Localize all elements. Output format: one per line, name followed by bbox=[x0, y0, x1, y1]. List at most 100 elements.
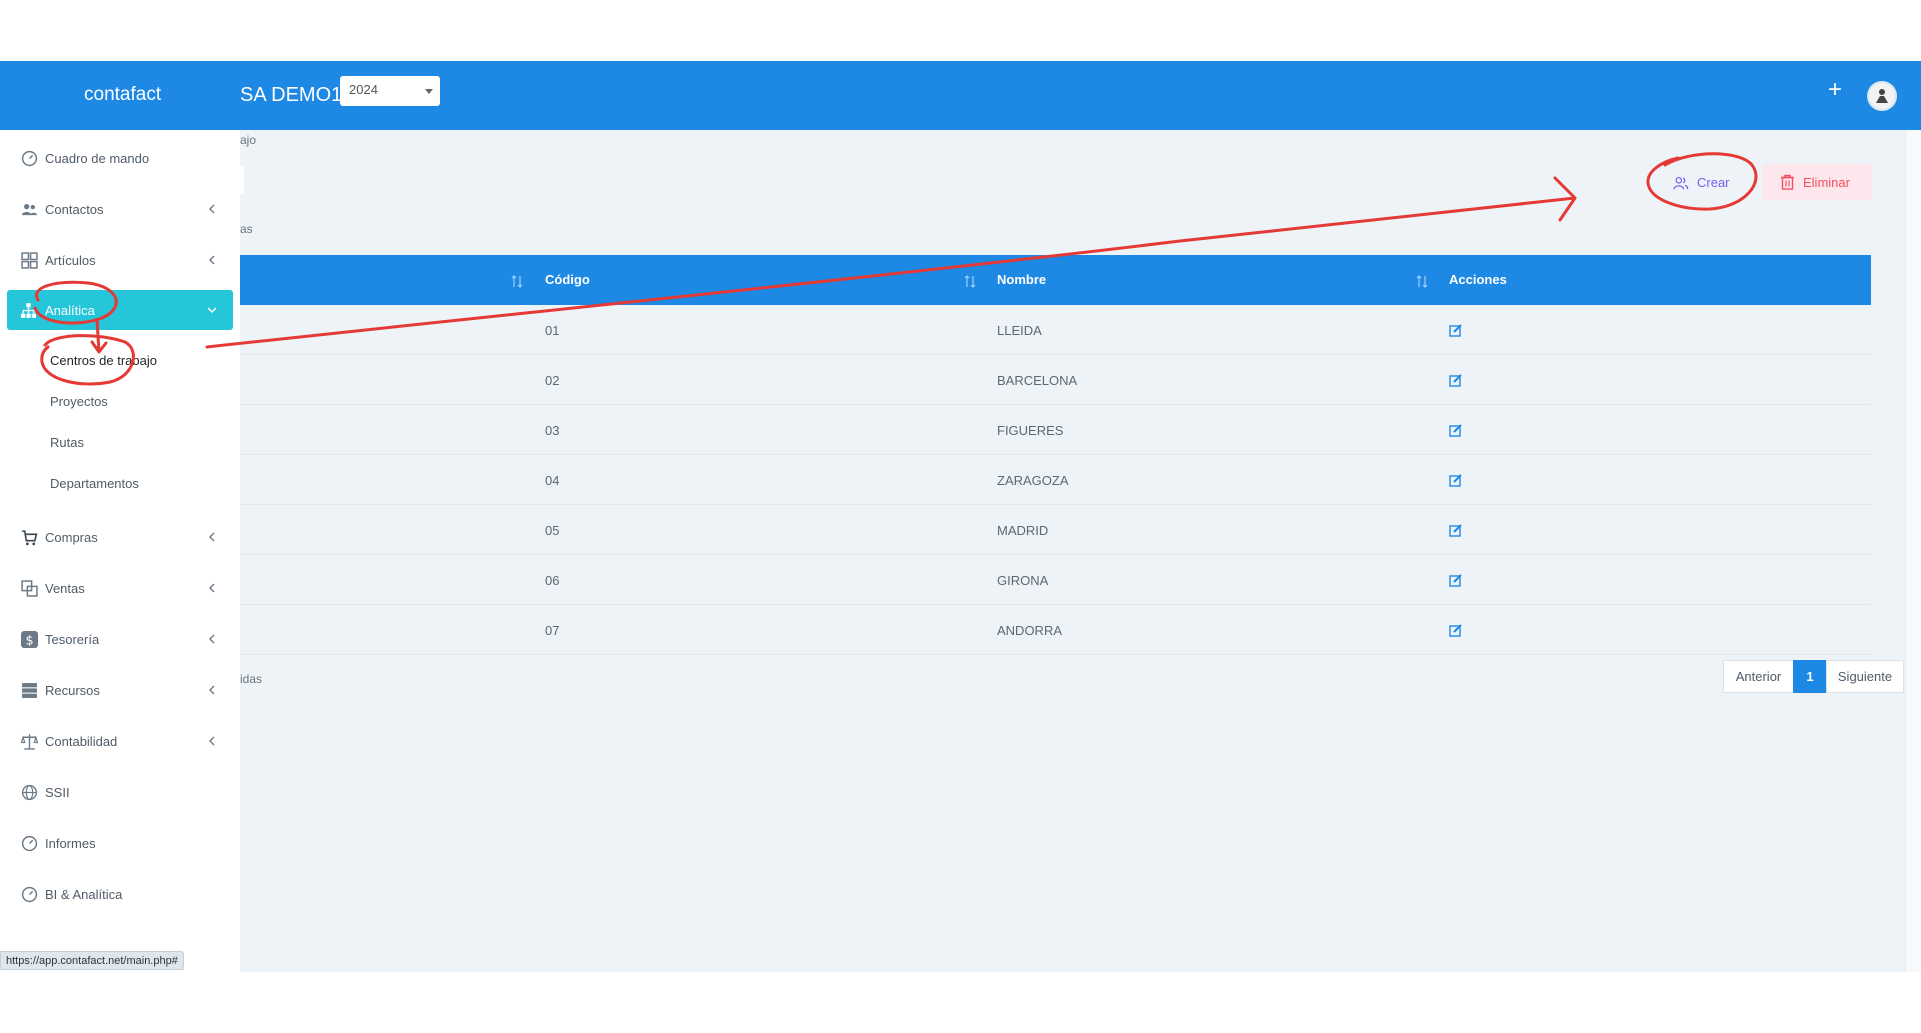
delete-button-label: Eliminar bbox=[1803, 175, 1850, 190]
plus-icon[interactable]: + bbox=[1824, 75, 1846, 105]
create-button[interactable]: Crear bbox=[1654, 164, 1750, 200]
sidebar-item-label: Compras bbox=[45, 530, 98, 545]
sidebar-item-label: Recursos bbox=[45, 683, 100, 698]
cell-name: GIRONA bbox=[997, 573, 1049, 588]
sidebar-item-label: Ventas bbox=[45, 581, 85, 596]
table-row[interactable]: 07 ANDORRA bbox=[240, 605, 1871, 655]
avatar-figure-icon bbox=[1876, 89, 1888, 103]
sidebar-item-label: SSII bbox=[45, 785, 70, 800]
cell-name: MADRID bbox=[997, 523, 1049, 538]
screenshot-stage: contafact SA DEMO1 2024 + Cuadro de mand… bbox=[0, 0, 1921, 1033]
sidebar-subitem-centros-de-trabajo[interactable]: Centros de trabajo bbox=[50, 353, 157, 368]
user-avatar-icon[interactable] bbox=[1867, 81, 1897, 111]
pagination-prev-button[interactable]: Anterior bbox=[1723, 660, 1794, 693]
pagination-page-button[interactable]: 1 bbox=[1793, 660, 1827, 693]
edit-icon[interactable] bbox=[1449, 574, 1462, 587]
gauge-icon bbox=[21, 886, 38, 903]
cell-name: FIGUERES bbox=[997, 423, 1064, 438]
table-row[interactable]: 02 BARCELONA bbox=[240, 355, 1871, 405]
trash-icon bbox=[1781, 174, 1794, 190]
sidebar-subitem-departamentos[interactable]: Departamentos bbox=[50, 476, 139, 491]
app-window: contafact SA DEMO1 2024 + Cuadro de mand… bbox=[0, 61, 1921, 972]
grid-icon bbox=[21, 252, 38, 269]
table-footer-info: idas bbox=[240, 672, 263, 686]
sidebar: Cuadro de mando Contactos Artículos Anal… bbox=[0, 130, 240, 972]
vertical-scrollbar[interactable] bbox=[1905, 130, 1921, 972]
sidebar-item-cuadro-de-mando[interactable]: Cuadro de mando bbox=[0, 138, 240, 178]
sort-icon[interactable] bbox=[964, 275, 976, 288]
server-icon bbox=[22, 683, 37, 698]
sort-icon[interactable] bbox=[511, 275, 523, 288]
sidebar-item-compras[interactable]: Compras bbox=[0, 517, 240, 557]
sidebar-item-informes[interactable]: Informes bbox=[0, 823, 240, 863]
cell-code: 02 bbox=[545, 373, 560, 388]
table-row[interactable]: 06 GIRONA bbox=[240, 555, 1871, 605]
cell-name: ANDORRA bbox=[997, 623, 1063, 638]
sidebar-item-label: Contactos bbox=[45, 202, 104, 217]
edit-icon[interactable] bbox=[1449, 424, 1462, 437]
users-icon bbox=[21, 204, 38, 216]
cell-code: 03 bbox=[545, 423, 560, 438]
dashboard-gauge-icon bbox=[21, 150, 38, 167]
sidebar-item-tesoreria[interactable]: $ Tesorería bbox=[0, 619, 240, 659]
cell-name: BARCELONA bbox=[997, 373, 1078, 388]
company-name: SA DEMO1 bbox=[240, 84, 343, 106]
sidebar-item-label: Analítica bbox=[45, 303, 95, 318]
brand-logo[interactable]: contafact bbox=[84, 84, 161, 106]
sidebar-item-contactos[interactable]: Contactos bbox=[0, 189, 240, 229]
column-header-nombre[interactable]: Nombre bbox=[997, 272, 1046, 287]
year-select-value: 2024 bbox=[349, 82, 378, 97]
search-input[interactable] bbox=[236, 166, 244, 194]
breadcrumb: ajo bbox=[240, 133, 257, 147]
edit-icon[interactable] bbox=[1449, 524, 1462, 537]
top-navbar: contafact SA DEMO1 2024 + bbox=[0, 61, 1921, 130]
sidebar-item-label: Cuadro de mando bbox=[45, 151, 150, 166]
edit-icon[interactable] bbox=[1449, 324, 1462, 337]
sidebar-item-ventas[interactable]: Ventas bbox=[0, 568, 240, 608]
cell-code: 01 bbox=[545, 323, 560, 338]
gauge-icon bbox=[21, 835, 38, 852]
edit-icon[interactable] bbox=[1449, 624, 1462, 637]
table-row[interactable]: 04 ZARAGOZA bbox=[240, 455, 1871, 505]
table-row[interactable]: 03 FIGUERES bbox=[240, 405, 1871, 455]
column-header-codigo[interactable]: Código bbox=[545, 272, 590, 287]
edit-icon[interactable] bbox=[1449, 474, 1462, 487]
chevron-left-icon bbox=[209, 255, 215, 265]
chevron-left-icon bbox=[209, 634, 215, 644]
sort-icon[interactable] bbox=[1416, 275, 1428, 288]
table-row[interactable]: 05 MADRID bbox=[240, 505, 1871, 555]
chevron-left-icon bbox=[209, 736, 215, 746]
chevron-left-icon bbox=[209, 583, 215, 593]
pagination-next-button[interactable]: Siguiente bbox=[1826, 660, 1904, 693]
sidebar-item-articulos[interactable]: Artículos bbox=[0, 240, 240, 280]
create-button-label: Crear bbox=[1697, 175, 1730, 190]
status-bar-url: https://app.contafact.net/main.php# bbox=[0, 951, 184, 970]
sidebar-item-label: Contabilidad bbox=[45, 734, 118, 749]
table-row[interactable]: 01 LLEIDA bbox=[240, 305, 1871, 355]
records-count-label: as bbox=[240, 222, 253, 236]
chevron-down-icon bbox=[425, 89, 433, 94]
sidebar-subitem-proyectos[interactable]: Proyectos bbox=[50, 394, 108, 409]
sidebar-subitem-rutas[interactable]: Rutas bbox=[50, 435, 84, 450]
year-select[interactable]: 2024 bbox=[340, 76, 440, 106]
edit-icon[interactable] bbox=[1449, 374, 1462, 387]
cell-code: 07 bbox=[545, 623, 560, 638]
sidebar-item-label: BI & Analítica bbox=[45, 887, 123, 902]
users-outline-icon bbox=[1673, 177, 1689, 190]
cell-name: ZARAGOZA bbox=[997, 473, 1069, 488]
sidebar-item-ssii[interactable]: SSII bbox=[0, 772, 240, 812]
chevron-left-icon bbox=[209, 204, 215, 214]
globe-icon bbox=[21, 784, 38, 801]
balance-scale-icon bbox=[21, 734, 38, 750]
sidebar-item-contabilidad[interactable]: Contabilidad bbox=[0, 721, 240, 761]
svg-text:$: $ bbox=[25, 633, 33, 648]
sidebar-item-recursos[interactable]: Recursos bbox=[0, 670, 240, 710]
chevron-left-icon bbox=[209, 532, 215, 542]
sidebar-item-analitica[interactable]: Analítica bbox=[7, 290, 233, 330]
cell-code: 06 bbox=[545, 573, 560, 588]
table-header: Código Nombre Acciones bbox=[240, 255, 1871, 305]
sidebar-item-label: Artículos bbox=[45, 253, 96, 268]
delete-button[interactable]: Eliminar bbox=[1762, 164, 1872, 200]
sidebar-item-bi-analitica[interactable]: BI & Analítica bbox=[0, 874, 240, 914]
sitemap-icon bbox=[21, 303, 36, 318]
